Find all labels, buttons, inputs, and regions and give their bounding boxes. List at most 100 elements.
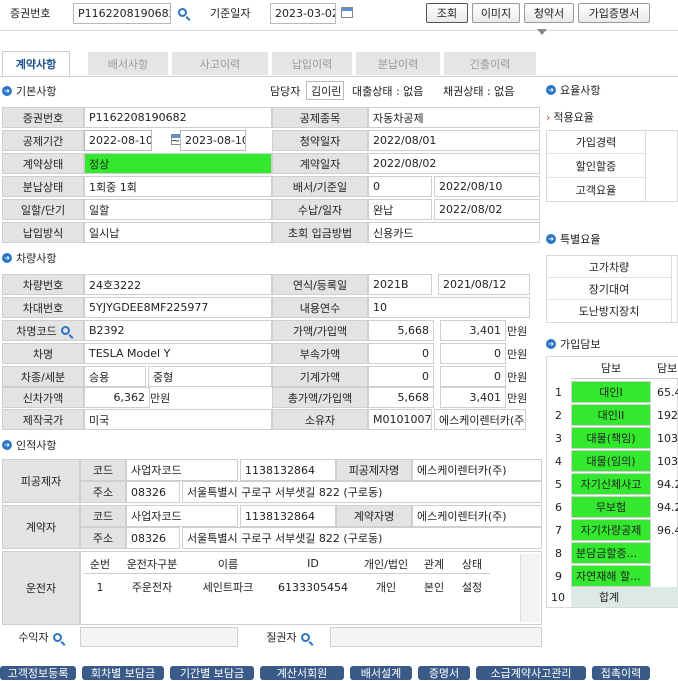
manager-label: 담당자 xyxy=(270,85,301,98)
owner-code-value: M01010077 xyxy=(368,409,432,430)
tab-contract[interactable]: 계약사항 xyxy=(2,51,70,76)
type-label: 공제종목 xyxy=(272,107,368,128)
contact-history-button[interactable]: 접촉이력 xyxy=(592,666,650,680)
coverage-name-cell[interactable]: 분담금할증... xyxy=(571,542,651,564)
tab-payment[interactable]: 납입이력 xyxy=(272,52,352,75)
coverage-name-cell[interactable]: 무보험 xyxy=(571,496,651,518)
basic-section-title: ➜ 기본사항 xyxy=(2,83,56,99)
kind-value: 승용 xyxy=(84,366,146,387)
receipt-date-value: 2022/08/02 xyxy=(434,199,540,220)
tab-installment[interactable]: 분납이력 xyxy=(356,52,440,75)
driver-cell[interactable]: 1 xyxy=(84,576,116,598)
kind-sub-value: 중형 xyxy=(148,366,272,387)
policy-no-input[interactable]: P1162208190682 xyxy=(73,3,171,24)
driver-cell[interactable]: 설정 xyxy=(454,576,490,598)
coverage-name-cell[interactable]: 대물(임의) xyxy=(571,450,651,472)
contractor-name-label: 계약자명 xyxy=(336,505,412,527)
invoice-button[interactable]: 계산서회원 xyxy=(260,666,344,680)
receipt-label: 수납/일자 xyxy=(272,199,368,220)
coverage-name-cell[interactable]: 자기차량공제 xyxy=(571,519,651,541)
value-label: 가액/가입액 xyxy=(272,320,368,341)
search-icon[interactable] xyxy=(178,8,187,17)
coverage-amount-cell: 96.4 xyxy=(657,523,678,537)
info-icon: ➜ xyxy=(546,234,556,244)
coverage-row-no: 7 xyxy=(555,523,562,537)
tab-endorse[interactable]: 배서사항 xyxy=(88,52,168,75)
driver-table-scrollbar[interactable] xyxy=(520,554,540,622)
acc-label: 부속가액 xyxy=(272,343,368,364)
apply-date-value: 2022/08/01 xyxy=(368,130,540,151)
coverage-amount-cell: 94.2 xyxy=(657,500,678,514)
term-value: 일할 xyxy=(84,199,272,220)
retro-accident-button[interactable]: 소급계약사고관리 xyxy=(476,666,586,680)
new-price-value: 6,362 xyxy=(84,387,150,408)
cert-button[interactable]: 가입증명서 xyxy=(578,3,650,23)
country-value: 미국 xyxy=(84,409,272,430)
model-code-label[interactable]: 차명코드 xyxy=(2,320,84,341)
model-label: 차명 xyxy=(2,343,84,364)
zip-value: 08326 xyxy=(126,481,180,503)
unit-label: 만원 xyxy=(507,347,528,361)
first-pay-label: 초회 입금방법 xyxy=(272,222,368,243)
coverage-row-no: 4 xyxy=(555,454,562,468)
coverage-amount-cell: 103 xyxy=(657,454,678,468)
pay-method-value: 일시납 xyxy=(84,222,272,243)
beneficiary-label[interactable]: 수익자 xyxy=(2,627,78,647)
coverage-amount-cell xyxy=(651,565,678,587)
certificate-button[interactable]: 증명서 xyxy=(418,666,470,680)
coverage-amount-cell: 94.2 xyxy=(657,477,678,491)
rate-divider xyxy=(645,131,646,201)
pledgee-label[interactable]: 질권자 xyxy=(250,627,326,647)
search-button[interactable]: 조회 xyxy=(426,3,468,23)
coverage-amount-cell: 103 xyxy=(657,431,678,445)
driver-cell[interactable]: 세인트파크 xyxy=(188,576,268,598)
customer-register-button[interactable]: 고객정보등록 xyxy=(0,666,76,680)
tab-accident[interactable]: 사고이력 xyxy=(172,52,268,75)
search-icon[interactable] xyxy=(52,632,62,642)
addr-label: 주소 xyxy=(80,481,126,503)
image-button[interactable]: 이미지 xyxy=(472,3,520,23)
coverage-name-cell[interactable]: 대물(책임) xyxy=(571,427,651,449)
endorse-design-button[interactable]: 배서설계 xyxy=(350,666,412,680)
base-date-input[interactable]: 2023-03-02 xyxy=(270,3,336,24)
coverage-row-no: 3 xyxy=(555,431,562,445)
mech-value: 0 xyxy=(368,366,434,387)
base-date-label: 기준일자 xyxy=(210,7,251,20)
tab-dispatch[interactable]: 긴출이력 xyxy=(444,52,536,75)
total-label: 총가액/가입액 xyxy=(272,387,368,408)
search-icon[interactable] xyxy=(300,632,310,642)
pay-method-label: 납입방식 xyxy=(2,222,84,243)
coverage-name-cell[interactable]: 대인II xyxy=(571,404,651,426)
acc-value: 0 xyxy=(368,343,434,364)
addr-value: 서울특별시 구로구 서부샛길 822 (구로동) xyxy=(182,481,542,503)
period-from-input[interactable]: 2022-08-10 xyxy=(84,130,152,151)
round-share-button[interactable]: 회차별 보담금 xyxy=(82,666,164,680)
driver-col-header: 순번 xyxy=(84,554,116,574)
claim-button[interactable]: 청약서 xyxy=(524,3,574,23)
search-icon[interactable] xyxy=(60,326,70,335)
coverage-name-cell[interactable]: 자기신체사고 xyxy=(571,473,651,495)
coverage-row-no: 6 xyxy=(555,500,562,514)
driver-cell[interactable]: 본인 xyxy=(414,576,454,598)
years-label: 내용연수 xyxy=(272,297,368,318)
coverage-amount-cell: 192.1 xyxy=(657,408,678,422)
rate-item: 고객요율 xyxy=(547,178,645,201)
unit-label: 만원 xyxy=(150,391,171,405)
code-type-value: 사업자코드 xyxy=(126,505,238,527)
kind-label: 차종/세분 xyxy=(2,366,84,387)
coverage-col-header: 담보 xyxy=(571,357,651,379)
coverage-name-cell[interactable]: 대인I xyxy=(571,381,651,403)
period-to-input[interactable]: 2023-08-10 xyxy=(180,130,246,151)
policy-no-row-label: 증권번호 xyxy=(2,107,84,128)
tab-scroll-indicator[interactable] xyxy=(537,29,547,38)
special-rate-item: 장기대여 xyxy=(547,278,671,300)
period-share-button[interactable]: 기간별 보담금 xyxy=(170,666,254,680)
driver-cell[interactable]: 6133305454 xyxy=(268,576,358,598)
driver-cell[interactable]: 주운전자 xyxy=(116,576,188,598)
calendar-icon[interactable] xyxy=(341,7,353,18)
special-rate-divider xyxy=(671,256,672,322)
coverage-name-cell[interactable]: 자연재해 할... xyxy=(571,565,651,587)
driver-col-header: 상태 xyxy=(454,554,490,574)
driver-cell[interactable]: 개인 xyxy=(358,576,414,598)
manager-field[interactable]: 김이린 xyxy=(306,81,344,100)
